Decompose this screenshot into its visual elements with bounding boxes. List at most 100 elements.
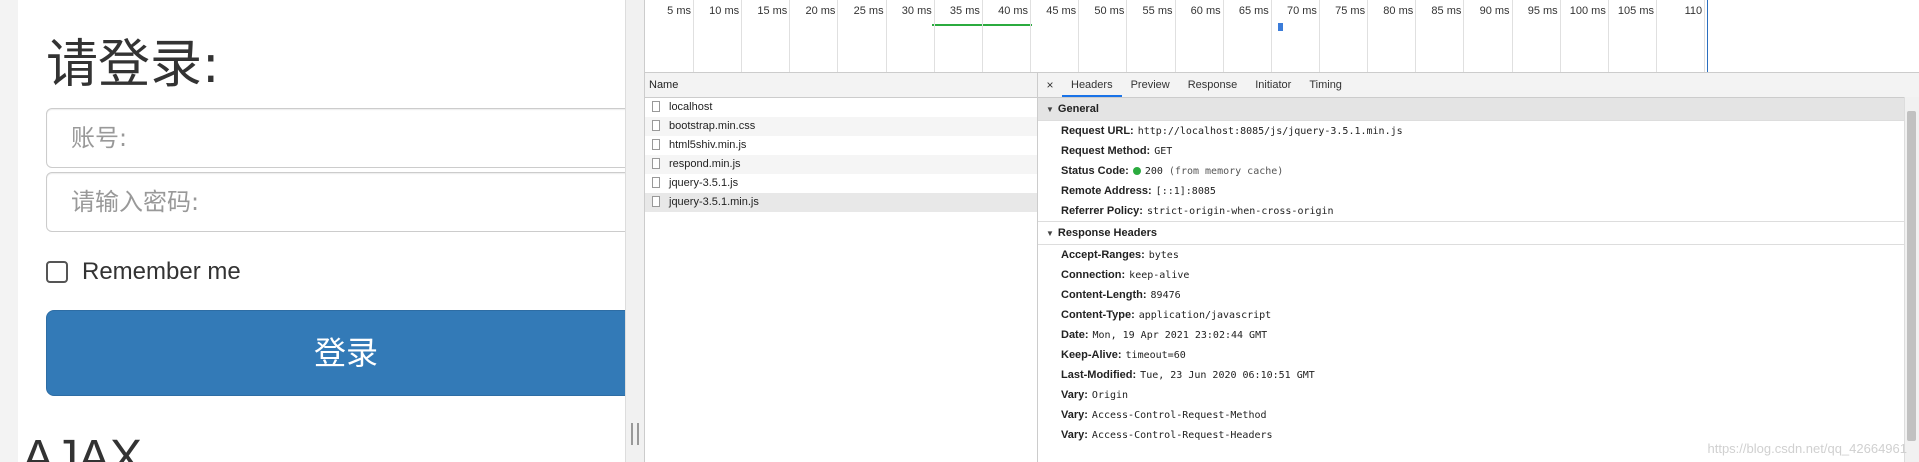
request-row[interactable]: respond.min.js <box>645 155 1037 174</box>
timeline-tick-label: 70 ms <box>1286 5 1317 17</box>
header-value: 200 <box>1144 166 1163 177</box>
request-row[interactable]: jquery-3.5.1.min.js <box>645 193 1037 212</box>
status-ok-icon <box>1132 167 1141 176</box>
page-gutter <box>0 0 18 462</box>
panel-splitter[interactable] <box>625 0 645 462</box>
header-row: Remote Address: [::1]:8085 <box>1038 181 1919 201</box>
header-value: 89476 <box>1150 290 1181 301</box>
header-name: Vary: <box>1061 389 1088 401</box>
scrollbar[interactable] <box>1904 97 1919 462</box>
file-list: localhost bootstrap.min.css html5shiv.min.… <box>645 98 1037 212</box>
timeline-tick-label: 35 ms <box>949 5 980 17</box>
request-name: html5shiv.min.js <box>669 139 747 151</box>
account-input[interactable]: 账号: <box>46 108 625 168</box>
timeline-tick-label: 90 ms <box>1479 5 1510 17</box>
request-list: Name localhost bootstrap.min.css html5shiv… <box>645 73 1038 462</box>
timeline-gridline <box>1030 0 1032 72</box>
timeline-gridline <box>1126 0 1128 72</box>
timeline-gridline <box>1078 0 1080 72</box>
timeline-tick-label: 55 ms <box>1142 5 1173 17</box>
file-icon <box>652 139 660 150</box>
header-value: keep-alive <box>1129 270 1190 281</box>
timeline-gridline <box>933 0 935 72</box>
close-icon[interactable]: × <box>1038 73 1062 97</box>
timeline-gridline <box>789 0 791 72</box>
header-name: Vary: <box>1061 409 1088 421</box>
triangle-down-icon: ▼ <box>1046 105 1054 114</box>
header-name: Remote Address: <box>1061 185 1152 197</box>
timeline-tick-label: 40 ms <box>998 5 1029 17</box>
header-row: Vary: Access-Control-Request-Method <box>1038 405 1919 425</box>
request-row[interactable]: jquery-3.5.1.js <box>645 174 1037 193</box>
timeline-tick-label: 85 ms <box>1431 5 1462 17</box>
file-icon <box>652 177 660 188</box>
response-headers-section[interactable]: ▼ Response Headers <box>1038 221 1919 245</box>
header-name: Date: <box>1061 329 1089 341</box>
timeline-tick-label: 100 ms <box>1569 5 1606 17</box>
timeline-tick-label: 80 ms <box>1383 5 1414 17</box>
request-detail: × Headers Preview Response Initiator Timing … <box>1038 73 1919 462</box>
timeline-tick-label: 5 ms <box>667 5 691 17</box>
remember-checkbox[interactable] <box>46 261 68 283</box>
timeline-load-line <box>1707 0 1709 72</box>
timeline-tick-label: 60 ms <box>1190 5 1221 17</box>
tab-preview[interactable]: Preview <box>1122 73 1179 97</box>
remember-me[interactable]: Remember me <box>46 258 241 286</box>
request-name: bootstrap.min.css <box>669 120 756 132</box>
request-name: jquery-3.5.1.js <box>669 177 739 189</box>
header-value: Tue, 23 Jun 2020 06:10:51 GMT <box>1140 370 1315 381</box>
header-row: Connection: keep-alive <box>1038 265 1919 285</box>
tab-initiator[interactable]: Initiator <box>1246 73 1300 97</box>
network-timeline[interactable]: 5 ms 10 ms 15 ms 20 ms 25 ms 30 ms 35 ms 40 ms 4… <box>645 0 1919 73</box>
page-title: 请登录: <box>46 35 220 95</box>
general-section[interactable]: ▼ General <box>1038 98 1919 121</box>
request-name: localhost <box>669 101 713 113</box>
devtools-panel: 5 ms 10 ms 15 ms 20 ms 25 ms 30 ms 35 ms 40 ms 4… <box>645 0 1919 462</box>
timeline-tick-label: 10 ms <box>709 5 740 17</box>
header-name: Last-Modified: <box>1061 369 1137 381</box>
ajax-heading: AJAX <box>22 431 143 462</box>
general-list: Request URL: http://localhost:8085/js/jqu… <box>1038 121 1919 221</box>
header-row: Request Method: GET <box>1038 141 1919 161</box>
header-value: Access-Control-Request-Method <box>1091 410 1267 421</box>
header-row: Vary: Origin <box>1038 385 1919 405</box>
header-value: GET <box>1154 146 1173 157</box>
login-button[interactable]: 登录 <box>46 310 625 396</box>
timeline-gridline <box>1463 0 1465 72</box>
timeline-gridline <box>885 0 887 72</box>
timeline-gridline <box>1415 0 1417 72</box>
request-row[interactable]: html5shiv.min.js <box>645 136 1037 155</box>
tab-timing[interactable]: Timing <box>1300 73 1351 97</box>
drag-handle-icon[interactable] <box>631 423 639 445</box>
header-row: Request URL: http://localhost:8085/js/jqu… <box>1038 121 1919 141</box>
name-column-header[interactable]: Name <box>645 73 1037 98</box>
timeline-tick-label: 75 ms <box>1335 5 1366 17</box>
timeline-tick-label: 45 ms <box>1046 5 1077 17</box>
header-row: Referrer Policy: strict-origin-when-cross… <box>1038 201 1919 221</box>
timeline-gridline <box>1270 0 1272 72</box>
remember-label: Remember me <box>82 258 241 285</box>
timeline-gridline <box>981 0 983 72</box>
request-row[interactable]: localhost <box>645 98 1037 117</box>
timeline-gridline <box>1222 0 1224 72</box>
header-name: Accept-Ranges: <box>1061 249 1145 261</box>
response-headers-title: Response Headers <box>1057 227 1157 239</box>
timeline-tick-label: 50 ms <box>1094 5 1125 17</box>
timeline-tick-label: 110 <box>1684 5 1703 17</box>
timeline-tick-label: 105 ms <box>1617 5 1654 17</box>
password-input[interactable]: 请输入密码: <box>46 172 625 232</box>
header-name: Status Code: <box>1061 165 1129 177</box>
header-value: bytes <box>1148 250 1179 261</box>
timeline-gridline <box>1511 0 1513 72</box>
timeline-tick-label: 65 ms <box>1238 5 1269 17</box>
request-row[interactable]: bootstrap.min.css <box>645 117 1037 136</box>
timeline-gridline <box>1704 0 1706 72</box>
tab-response[interactable]: Response <box>1179 73 1247 97</box>
tab-headers[interactable]: Headers <box>1062 73 1122 97</box>
general-title: General <box>1057 103 1099 115</box>
scrollbar-thumb[interactable] <box>1907 111 1916 441</box>
timeline-gridline <box>1656 0 1657 72</box>
triangle-down-icon: ▼ <box>1046 229 1054 238</box>
header-row: Status Code: 200 (from memory cache) <box>1038 161 1919 181</box>
header-name: Content-Length: <box>1061 289 1147 301</box>
